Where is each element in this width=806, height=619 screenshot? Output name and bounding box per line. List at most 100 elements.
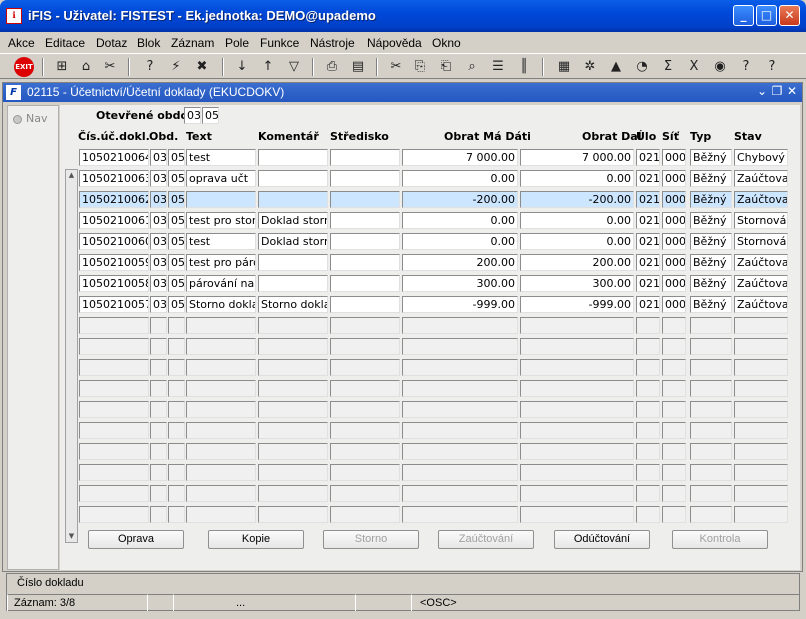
cell-md[interactable]: -200.00 [402, 191, 518, 208]
empty-cell[interactable] [79, 443, 149, 460]
empty-cell[interactable] [636, 317, 660, 334]
cell-y[interactable]: 05 [168, 296, 185, 313]
empty-cell[interactable] [734, 359, 788, 376]
button-zaúčtování[interactable]: Zaúčtování [438, 530, 534, 549]
empty-cell[interactable] [186, 422, 256, 439]
empty-cell[interactable] [636, 506, 660, 523]
cell-koment[interactable] [258, 170, 328, 187]
empty-cell[interactable] [662, 422, 686, 439]
cell-stred[interactable] [330, 233, 400, 250]
cell-text[interactable]: test [186, 233, 256, 250]
button-odúčtování[interactable]: Odúčtování [554, 530, 650, 549]
empty-cell[interactable] [734, 380, 788, 397]
empty-cell[interactable] [258, 380, 328, 397]
empty-cell[interactable] [186, 401, 256, 418]
empty-cell[interactable] [402, 443, 518, 460]
menu-item-9[interactable]: Okno [432, 36, 461, 50]
duplicate-record-icon[interactable]: ⌂ [76, 57, 96, 77]
warning-icon[interactable]: ▲ [606, 57, 626, 77]
empty-cell[interactable] [330, 464, 400, 481]
empty-cell[interactable] [402, 317, 518, 334]
empty-cell[interactable] [662, 506, 686, 523]
empty-cell[interactable] [258, 422, 328, 439]
empty-cell[interactable] [734, 422, 788, 439]
cell-typ[interactable]: Běžný [690, 170, 732, 187]
empty-cell[interactable] [258, 443, 328, 460]
empty-cell[interactable] [636, 338, 660, 355]
empty-cell[interactable] [330, 422, 400, 439]
cell-text[interactable]: oprava učt [186, 170, 256, 187]
cell-stav[interactable]: Zaúčtovan [734, 275, 788, 292]
empty-cell[interactable] [150, 422, 167, 439]
print-preview-icon[interactable]: ▤ [348, 57, 368, 77]
empty-cell[interactable] [636, 359, 660, 376]
empty-cell[interactable] [186, 338, 256, 355]
cell-koment[interactable]: Doklad storno [258, 212, 328, 229]
cell-ulo[interactable]: 021 [636, 233, 660, 250]
empty-cell[interactable] [520, 317, 634, 334]
cell-m[interactable]: 03 [150, 191, 167, 208]
empty-cell[interactable] [520, 338, 634, 355]
empty-cell[interactable] [186, 506, 256, 523]
cell-koment[interactable] [258, 275, 328, 292]
cell-typ[interactable]: Běžný [690, 233, 732, 250]
ifis-app-icon[interactable]: ℹ [6, 8, 22, 24]
empty-cell[interactable] [168, 338, 185, 355]
cell-stred[interactable] [330, 170, 400, 187]
cell-stav[interactable]: Chybový [734, 149, 788, 166]
empty-cell[interactable] [168, 380, 185, 397]
empty-cell[interactable] [168, 359, 185, 376]
empty-cell[interactable] [258, 506, 328, 523]
empty-cell[interactable] [520, 401, 634, 418]
empty-cell[interactable] [734, 317, 788, 334]
cell-text[interactable]: test pro párov [186, 254, 256, 271]
print-icon[interactable]: ⎙ [322, 57, 342, 77]
empty-cell[interactable] [520, 380, 634, 397]
cell-sit[interactable]: 000 [662, 212, 686, 229]
cell-sit[interactable]: 000 [662, 254, 686, 271]
execute-query-icon[interactable]: ⚡ [166, 57, 186, 77]
button-kopie[interactable]: Kopie [208, 530, 304, 549]
empty-cell[interactable] [79, 359, 149, 376]
cell-sit[interactable]: 000 [662, 149, 686, 166]
cell-sit[interactable]: 000 [662, 296, 686, 313]
empty-cell[interactable] [330, 317, 400, 334]
excel-icon[interactable]: X [684, 57, 704, 77]
empty-cell[interactable] [734, 401, 788, 418]
cell-koment[interactable]: Storno doklad [258, 296, 328, 313]
empty-cell[interactable] [168, 443, 185, 460]
cell-m[interactable]: 03 [150, 170, 167, 187]
cell-cis[interactable]: 1050210057 [79, 296, 149, 313]
empty-cell[interactable] [690, 338, 732, 355]
cell-ulo[interactable]: 021 [636, 170, 660, 187]
empty-cell[interactable] [636, 443, 660, 460]
empty-cell[interactable] [636, 464, 660, 481]
cell-dal[interactable]: 0.00 [520, 212, 634, 229]
empty-cell[interactable] [186, 317, 256, 334]
cell-dal[interactable]: 7 000.00 [520, 149, 634, 166]
cell-stav[interactable]: Zaúčtovan [734, 254, 788, 271]
cell-sit[interactable]: 000 [662, 233, 686, 250]
menu-item-4[interactable]: Záznam [171, 36, 214, 50]
cell-md[interactable]: 200.00 [402, 254, 518, 271]
empty-cell[interactable] [402, 401, 518, 418]
empty-cell[interactable] [186, 485, 256, 502]
cell-m[interactable]: 03 [150, 233, 167, 250]
cell-koment[interactable] [258, 149, 328, 166]
cell-m[interactable]: 03 [150, 275, 167, 292]
cell-stav[interactable]: Zaúčtovan [734, 170, 788, 187]
cell-y[interactable]: 05 [168, 170, 185, 187]
empty-cell[interactable] [402, 464, 518, 481]
cell-typ[interactable]: Běžný [690, 191, 732, 208]
cell-y[interactable]: 05 [168, 254, 185, 271]
empty-cell[interactable] [186, 380, 256, 397]
help-icon[interactable]: ? [762, 57, 782, 77]
empty-cell[interactable] [330, 443, 400, 460]
empty-cell[interactable] [690, 359, 732, 376]
cell-typ[interactable]: Běžný [690, 212, 732, 229]
cell-koment[interactable] [258, 191, 328, 208]
cell-y[interactable]: 05 [168, 233, 185, 250]
settings-wheel-icon[interactable]: ✲ [580, 57, 600, 77]
cell-cis[interactable]: 1050210059 [79, 254, 149, 271]
cell-dal[interactable]: -999.00 [520, 296, 634, 313]
